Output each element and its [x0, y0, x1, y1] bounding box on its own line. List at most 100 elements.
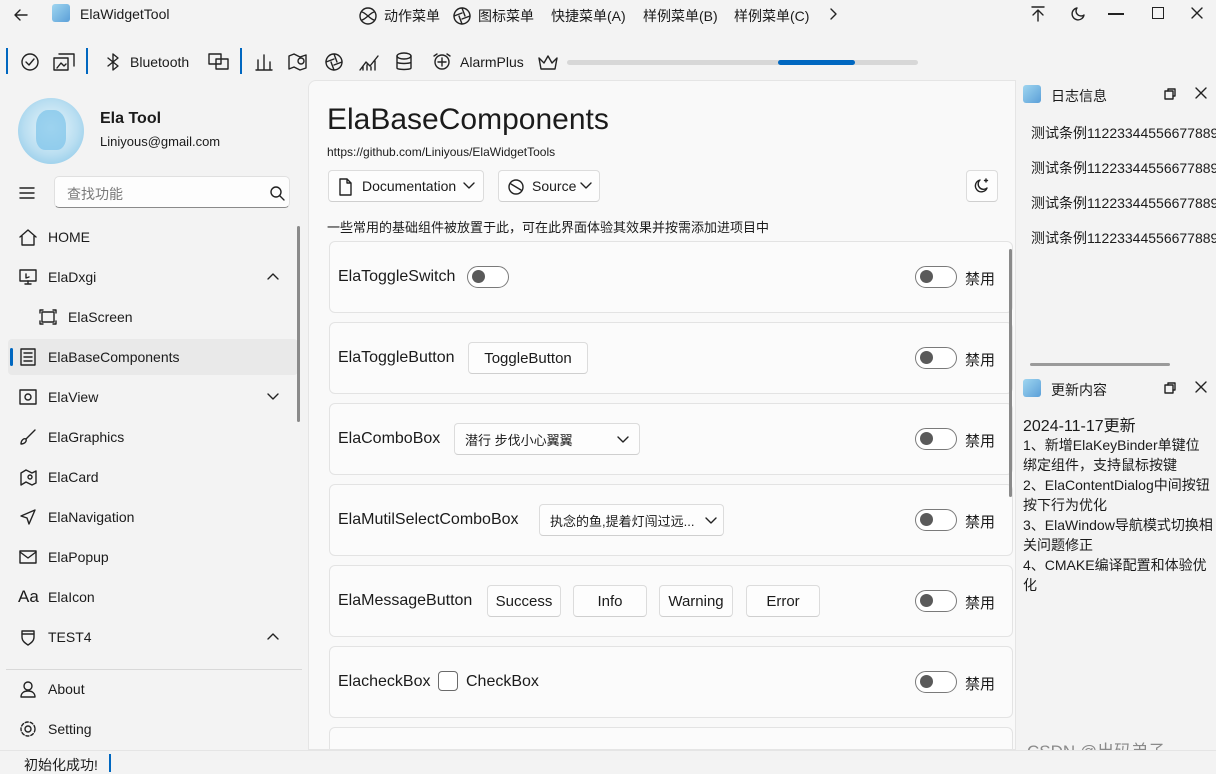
disable-toggle-switch[interactable] [915, 509, 957, 531]
view-icon [18, 388, 38, 406]
documentation-button[interactable]: Documentation [328, 170, 484, 202]
error-button[interactable]: Error [746, 585, 820, 617]
menu-label: 图标菜单 [478, 8, 534, 24]
status-caret [109, 754, 111, 772]
float-panel-icon[interactable] [1163, 87, 1177, 101]
log-line: 测试条例11223344556677889 [1031, 160, 1216, 176]
status-text: 初始化成功! [24, 757, 98, 773]
search-input[interactable]: 查找功能 [54, 176, 290, 208]
chevron-up-icon[interactable] [266, 271, 280, 281]
toggle-switch-card: ElaToggleSwitch 禁用 [329, 241, 1013, 313]
nav-item-elabasecomponents[interactable]: ElaBaseComponents [8, 339, 298, 375]
chevron-up-icon[interactable] [266, 631, 280, 641]
navigation-pane: Ela Tool Liniyous@gmail.com 查找功能 HOME El… [0, 80, 305, 750]
theme-toggle-icon[interactable] [1069, 5, 1087, 23]
disable-label: 禁用 [965, 676, 996, 693]
database-icon[interactable] [394, 51, 414, 73]
error-label: Error [766, 592, 800, 610]
nav-item-label: TEST4 [48, 629, 92, 645]
demo-toggle-switch[interactable] [467, 266, 509, 288]
menu-label: 样例菜单(C) [734, 8, 810, 24]
combo-box[interactable]: 潜行 步伐小心翼翼 [454, 423, 640, 455]
close-panel-icon[interactable] [1195, 87, 1207, 99]
hamburger-menu-icon[interactable] [18, 184, 36, 202]
menu-label: 快捷菜单(A) [551, 8, 626, 24]
components-icon [18, 348, 38, 366]
chevron-right-icon[interactable] [826, 6, 840, 22]
nav-scrollbar[interactable] [297, 226, 300, 422]
nav-item-label: ElaNavigation [48, 509, 135, 525]
info-button[interactable]: Info [573, 585, 647, 617]
bar-chart-icon[interactable] [254, 52, 274, 72]
log-horizontal-scrollbar[interactable] [1030, 363, 1170, 366]
check-circle-icon[interactable] [20, 52, 40, 72]
close-window-icon[interactable] [1190, 6, 1204, 20]
update-heading: 2024-11-17更新 [1023, 418, 1136, 435]
nav-item-home[interactable]: HOME [8, 219, 298, 255]
copy-icon[interactable] [207, 51, 231, 73]
success-button[interactable]: Success [487, 585, 561, 617]
nav-item-label: Setting [48, 721, 92, 737]
pin-top-icon[interactable] [1029, 5, 1047, 23]
disable-toggle-switch[interactable] [915, 428, 957, 450]
minimize-icon[interactable] [1108, 13, 1124, 15]
nav-item-setting[interactable]: Setting [8, 711, 298, 747]
nav-item-elanavigation[interactable]: ElaNavigation [8, 499, 298, 535]
log-panel-title: 日志信息 [1051, 88, 1107, 104]
crown-icon[interactable] [537, 52, 559, 72]
menu-quick[interactable]: 快捷菜单(A) [551, 6, 626, 26]
gallery-icon[interactable] [52, 51, 76, 73]
repo-url[interactable]: https://github.com/Liniyous/ElaWidgetToo… [327, 145, 555, 159]
float-panel-icon[interactable] [1163, 381, 1177, 395]
alarm-plus-button[interactable]: AlarmPlus [432, 52, 524, 72]
disable-toggle-switch[interactable] [915, 347, 957, 369]
nav-item-elagraphics[interactable]: ElaGraphics [8, 419, 298, 455]
warning-button[interactable]: Warning [659, 585, 733, 617]
source-button[interactable]: Source [498, 170, 600, 202]
documentation-label: Documentation [362, 178, 457, 194]
area-chart-icon[interactable] [358, 52, 380, 72]
main-scrollbar[interactable] [1009, 249, 1012, 497]
message-button-card: ElaMessageButton Success Info Warning Er… [329, 565, 1013, 637]
search-icon[interactable] [269, 185, 285, 201]
source-icon [507, 178, 525, 196]
disable-toggle-switch[interactable] [915, 671, 957, 693]
checkbox[interactable] [438, 671, 458, 691]
disable-toggle-switch[interactable] [915, 266, 957, 288]
nav-item-elaview[interactable]: ElaView [8, 379, 298, 415]
disable-toggle-switch[interactable] [915, 590, 957, 612]
avatar[interactable] [18, 98, 84, 164]
menu-sample-b[interactable]: 样例菜单(B) [643, 6, 718, 26]
nav-item-elascreen[interactable]: ElaScreen [8, 299, 298, 335]
maximize-icon[interactable] [1152, 7, 1164, 19]
menu-sample-c[interactable]: 样例菜单(C) [734, 6, 809, 26]
back-arrow-icon[interactable] [12, 6, 30, 24]
nav-item-elapopup[interactable]: ElaPopup [8, 539, 298, 575]
nav-item-about[interactable]: About [8, 671, 298, 707]
nav-item-label: ElaBaseComponents [48, 349, 180, 365]
menu-label: 样例菜单(B) [643, 8, 718, 24]
aperture-icon[interactable] [324, 52, 344, 72]
chevron-down-icon[interactable] [266, 392, 280, 402]
multi-select-combo-box[interactable]: 执念的鱼,提着灯闯过远... [539, 504, 724, 536]
disable-label: 禁用 [965, 433, 996, 450]
status-bar: 初始化成功! [0, 750, 1216, 774]
shield-icon [18, 628, 38, 646]
theme-button[interactable] [966, 170, 998, 202]
toggle-button[interactable]: ToggleButton [468, 342, 588, 374]
menu-icon[interactable]: 图标菜单 [452, 6, 534, 26]
nav-item-elaicon[interactable]: Aa ElaIcon [8, 579, 298, 615]
menu-action[interactable]: 动作菜单 [358, 6, 440, 26]
action-menu-icon [359, 7, 377, 25]
nav-item-elacard[interactable]: ElaCard [8, 459, 298, 495]
nav-item-eladxgi[interactable]: ElaDxgi [8, 259, 298, 295]
map-icon[interactable] [286, 51, 310, 73]
screen-capture-icon [38, 308, 58, 326]
toolbar-separator [240, 48, 242, 74]
nav-item-label: ElaDxgi [48, 269, 97, 285]
log-line: 测试条例11223344556677889 [1031, 195, 1216, 211]
nav-item-test4[interactable]: TEST4 [8, 619, 298, 655]
close-panel-icon[interactable] [1195, 381, 1207, 393]
update-item: 1、新增ElaKeyBinder单键位绑定组件，支持鼠标按键 [1023, 437, 1200, 473]
bluetooth-button[interactable]: Bluetooth [106, 52, 189, 72]
